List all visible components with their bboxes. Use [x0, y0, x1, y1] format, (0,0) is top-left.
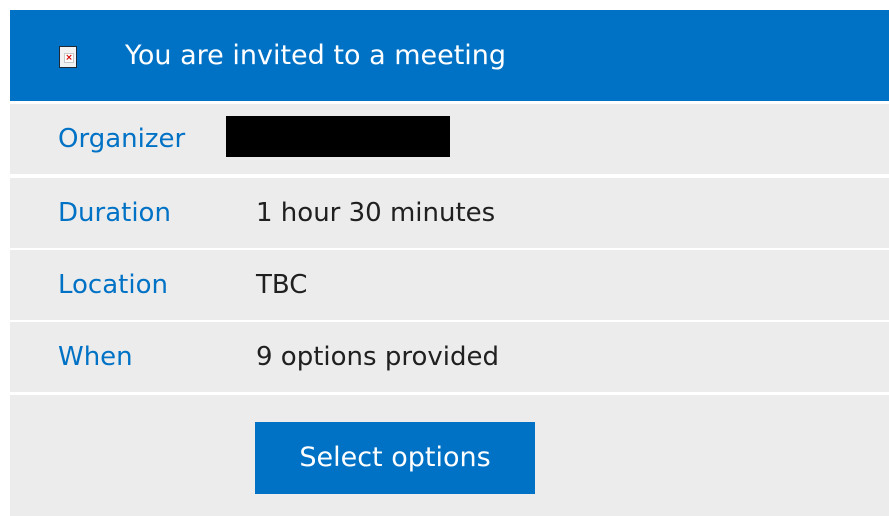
select-options-button[interactable]: Select options	[255, 422, 535, 494]
when-value: 9 options provided	[256, 342, 499, 372]
redacted-organizer-value	[226, 116, 450, 157]
location-value: TBC	[256, 270, 308, 300]
when-row: When 9 options provided	[10, 322, 889, 392]
location-row: Location TBC	[10, 250, 889, 320]
organizer-row: Organizer	[10, 104, 889, 174]
duration-label: Duration	[58, 198, 171, 228]
red-x-icon: ×	[64, 53, 74, 63]
organizer-label: Organizer	[58, 124, 186, 154]
when-label: When	[58, 342, 133, 372]
location-label: Location	[58, 270, 168, 300]
duration-value: 1 hour 30 minutes	[256, 198, 496, 228]
duration-row: Duration 1 hour 30 minutes	[10, 178, 889, 248]
actions-row: Select options	[10, 395, 889, 516]
invitation-title: You are invited to a meeting	[125, 40, 507, 71]
invitation-header: × You are invited to a meeting	[10, 10, 889, 101]
broken-image-icon: ×	[59, 46, 77, 68]
meeting-invitation-card: × You are invited to a meeting Organizer…	[10, 10, 889, 516]
